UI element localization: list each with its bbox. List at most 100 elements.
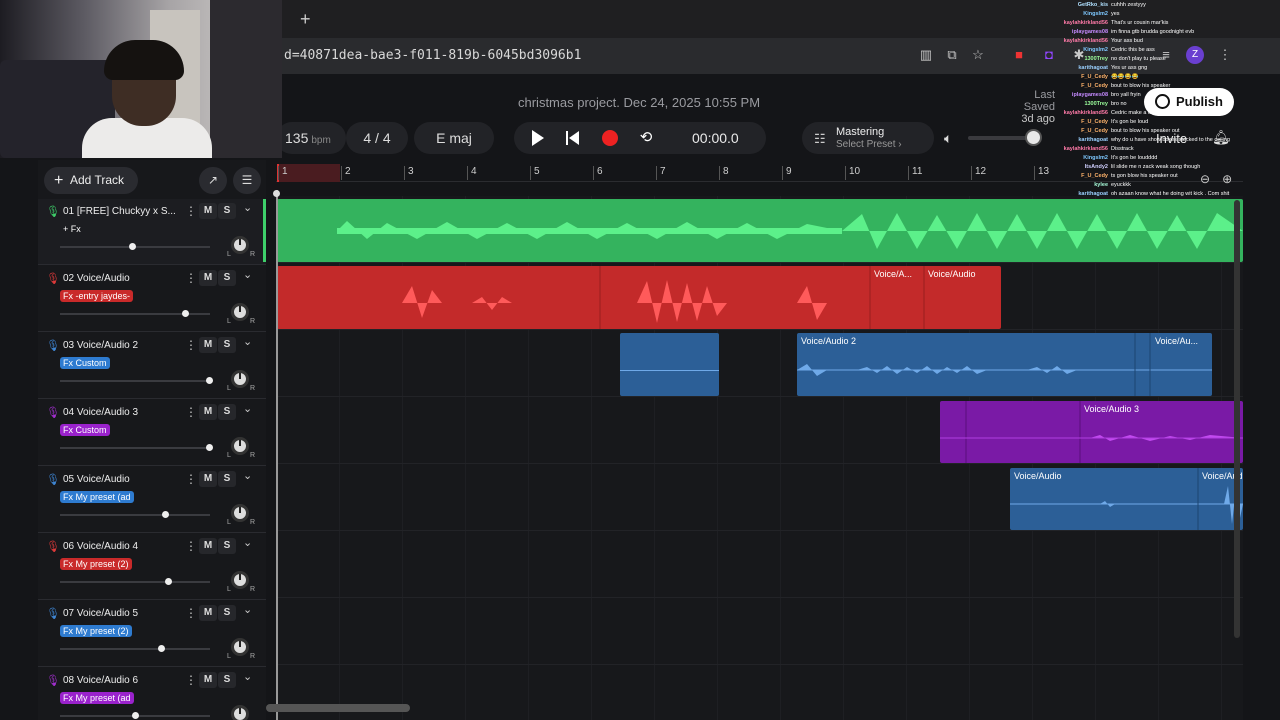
track-lane[interactable] (276, 531, 1243, 598)
track-name[interactable]: 06 Voice/Audio 4 (63, 541, 183, 552)
volume-fader[interactable] (60, 377, 213, 384)
chevron-down-icon[interactable]: ⌄ (243, 536, 252, 549)
fader-knob[interactable] (162, 511, 169, 518)
twitch-extension-icon[interactable]: ◘ (1040, 46, 1058, 64)
fx-chip[interactable]: Fx Custom (60, 424, 110, 436)
fader-knob[interactable] (157, 645, 165, 652)
volume-fader[interactable] (60, 645, 210, 652)
fx-chip[interactable]: Fx My preset (ad (60, 491, 134, 503)
fx-chip[interactable]: + Fx (60, 223, 84, 235)
clip-beat[interactable] (277, 199, 1243, 262)
collapse-tracks-icon[interactable]: ☰ (233, 167, 261, 194)
horizontal-scrollbar[interactable] (266, 704, 410, 712)
track-name[interactable]: 07 Voice/Audio 5 (63, 608, 183, 619)
add-track-button[interactable]: + Add Track (44, 167, 138, 194)
track-menu-icon[interactable]: ⋮ (185, 271, 197, 285)
clip-voice-1[interactable]: Voice/A... Voice/Audio (277, 266, 1001, 329)
solo-button[interactable]: S (218, 270, 236, 286)
record-icon[interactable] (602, 130, 618, 146)
play-icon[interactable] (532, 130, 544, 146)
track-lane[interactable] (276, 598, 1243, 665)
mastering-button[interactable]: ☷ Mastering Select Preset › (802, 122, 934, 154)
speaker-icon[interactable]: 🔈︎ (944, 130, 952, 147)
clip-voice-2b[interactable]: Voice/Audio 2 Voice/Au... (797, 333, 1212, 396)
fx-chip[interactable]: Fx Custom (60, 357, 110, 369)
track-menu-icon[interactable]: ⋮ (185, 673, 197, 687)
microphone-icon[interactable]: 🎙︎ (46, 674, 60, 687)
fx-chip[interactable]: Fx My preset (ad (60, 692, 134, 704)
fx-chip[interactable]: Fx My preset (2) (60, 625, 132, 637)
mute-button[interactable]: M (199, 203, 217, 219)
playhead[interactable] (276, 190, 278, 720)
volume-fader[interactable] (60, 243, 210, 250)
tempo-control[interactable]: 135 bpm (276, 122, 346, 154)
track-menu-icon[interactable]: ⋮ (185, 405, 197, 419)
track-name[interactable]: 04 Voice/Audio 3 (63, 407, 183, 418)
volume-fader[interactable] (60, 310, 210, 317)
fader-knob[interactable] (132, 712, 139, 719)
track-menu-icon[interactable]: ⋮ (185, 338, 197, 352)
track-header[interactable]: 🎙︎ 04 Voice/Audio 3 ⋮ M S ⌄ Fx Custom L R (38, 400, 266, 466)
microphone-icon[interactable]: 🎙︎ (46, 540, 60, 553)
chevron-down-icon[interactable]: ⌄ (243, 201, 252, 214)
vertical-scrollbar[interactable] (1234, 200, 1240, 638)
master-volume-knob[interactable] (1024, 129, 1042, 146)
key-signature[interactable]: E maj (414, 122, 494, 154)
mute-button[interactable]: M (199, 672, 217, 688)
new-tab-button[interactable]: + (300, 8, 311, 30)
chevron-down-icon[interactable]: ⌄ (243, 268, 252, 281)
fader-knob[interactable] (205, 444, 213, 451)
chevron-down-icon[interactable]: ⌄ (243, 670, 252, 683)
playhead-handle[interactable] (273, 190, 280, 197)
track-header[interactable]: 🎙︎ 01 [FREE] Chuckyy x S... ⋮ M S ⌄ + Fx L R (38, 199, 266, 265)
track-header[interactable]: 🎙︎ 02 Voice/Audio ⋮ M S ⌄ Fx -entry jaydes- L R (38, 266, 266, 332)
volume-fader[interactable] (60, 578, 210, 585)
track-menu-icon[interactable]: ⋮ (185, 539, 197, 553)
track-menu-icon[interactable]: ⋮ (185, 472, 197, 486)
skip-to-start-icon[interactable] (566, 130, 582, 146)
loop-icon[interactable]: ⟲ (638, 130, 654, 146)
solo-button[interactable]: S (218, 605, 236, 621)
track-name[interactable]: 01 [FREE] Chuckyy x S... (63, 206, 183, 217)
track-menu-icon[interactable]: ⋮ (185, 606, 197, 620)
clip-voice-2a[interactable] (620, 333, 719, 396)
microphone-icon[interactable]: 🎙︎ (46, 205, 60, 218)
track-header[interactable]: 🎙︎08 Voice/Audio 6⋮MS⌄Fx My preset (adLR (38, 668, 266, 720)
solo-button[interactable]: S (218, 672, 236, 688)
fader-knob[interactable] (165, 578, 172, 585)
time-signature[interactable]: 4 / 4 (346, 122, 408, 154)
mute-button[interactable]: M (199, 538, 217, 554)
mute-button[interactable]: M (199, 337, 217, 353)
chevron-down-icon[interactable]: ⌄ (243, 469, 252, 482)
track-header[interactable]: 🎙︎ 03 Voice/Audio 2 ⋮ M S ⌄ Fx Custom L R (38, 333, 266, 399)
mute-button[interactable]: M (199, 605, 217, 621)
install-app-icon[interactable]: ⧉ (943, 46, 961, 64)
microphone-icon[interactable]: 🎙︎ (46, 473, 60, 486)
extension-record-icon[interactable]: ■ (1010, 46, 1028, 64)
track-name[interactable]: 02 Voice/Audio (63, 273, 183, 284)
track-name[interactable]: 08 Voice/Audio 6 (63, 675, 183, 686)
volume-fader[interactable] (60, 444, 213, 451)
track-name[interactable]: 05 Voice/Audio (63, 474, 183, 485)
track-menu-icon[interactable]: ⋮ (185, 204, 197, 218)
volume-fader[interactable] (60, 511, 210, 518)
automation-icon[interactable]: ↗ (199, 167, 227, 194)
solo-button[interactable]: S (218, 203, 236, 219)
fx-chip[interactable]: Fx -entry jaydes- (60, 290, 134, 302)
chevron-down-icon[interactable]: ⌄ (243, 402, 252, 415)
solo-button[interactable]: S (218, 404, 236, 420)
track-lane[interactable] (276, 665, 1243, 720)
track-header[interactable]: 🎙︎ 07 Voice/Audio 5 ⋮ M S ⌄ Fx My preset (2) L R (38, 601, 266, 667)
clip-voice-3[interactable]: Voice/Audio 3 (940, 401, 1243, 463)
solo-button[interactable]: S (218, 538, 236, 554)
microphone-icon[interactable]: 🎙︎ (46, 607, 60, 620)
track-header[interactable]: 🎙︎ 05 Voice/Audio ⋮ M S ⌄ Fx My preset (ad L R (38, 467, 266, 533)
pan-knob[interactable] (231, 705, 249, 720)
volume-fader[interactable] (60, 712, 210, 719)
track-header[interactable]: 🎙︎ 06 Voice/Audio 4 ⋮ M S ⌄ Fx My preset (2) L R (38, 534, 266, 600)
solo-button[interactable]: S (218, 337, 236, 353)
track-name[interactable]: 03 Voice/Audio 2 (63, 340, 183, 351)
microphone-icon[interactable]: 🎙︎ (46, 339, 60, 352)
url-text[interactable]: d=40871dea-bae3-f011-819b-6045bd3096b1 (284, 48, 581, 63)
microphone-icon[interactable]: 🎙︎ (46, 272, 60, 285)
